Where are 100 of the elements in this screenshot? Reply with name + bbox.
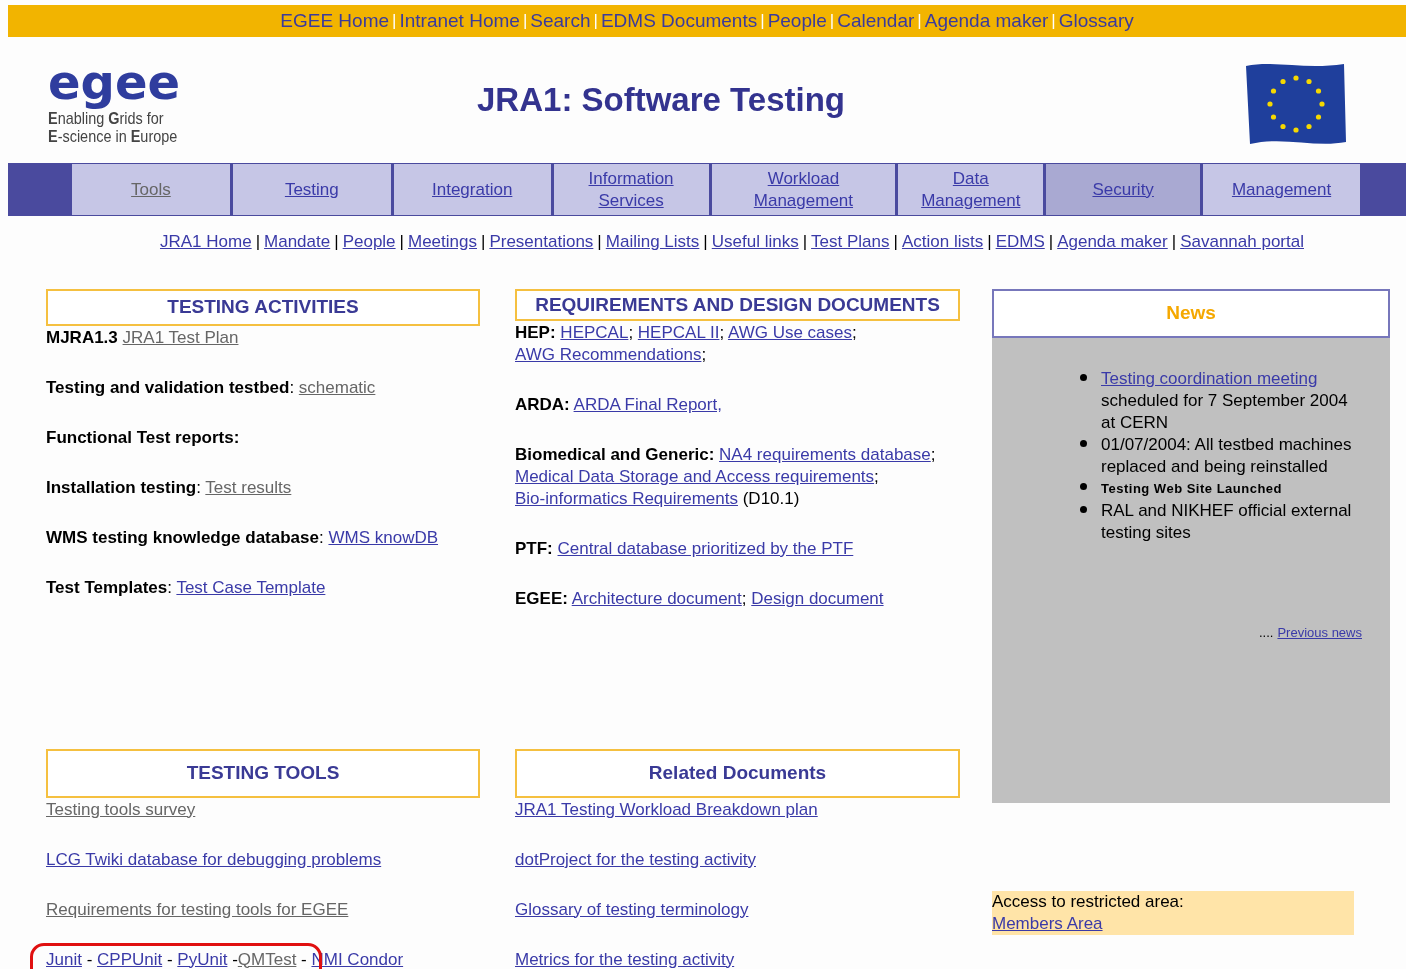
separator: | <box>399 231 404 253</box>
nav-tab[interactable]: Tools <box>72 164 230 215</box>
section-heading: TESTING ACTIVITIES <box>46 288 480 326</box>
separator: | <box>334 231 339 253</box>
link[interactable]: LCG Twiki database for debugging problems <box>46 849 382 869</box>
link[interactable]: JRA1 Test Plan <box>122 327 239 347</box>
ellipsis-text: .... <box>1259 624 1274 642</box>
bullet-icon <box>1080 505 1087 513</box>
nav-tab[interactable]: Management <box>1203 164 1360 215</box>
link[interactable]: HEPCAL <box>560 323 629 342</box>
link[interactable]: Junit <box>46 949 82 969</box>
link[interactable]: Agenda maker <box>1057 229 1168 255</box>
link[interactable]: Useful links <box>711 229 799 255</box>
bullet-icon <box>1080 373 1087 381</box>
page-title: JRA1: Software Testing <box>476 80 846 121</box>
link[interactable]: Search <box>530 6 591 36</box>
separator: | <box>522 10 528 33</box>
paragraph: ARDA: ARDA Final Report, <box>515 394 722 416</box>
nav-tab[interactable]: Security <box>1046 164 1201 215</box>
nav-tab[interactable]: Integration <box>393 164 551 215</box>
logo-tagline: E-science in Europe <box>48 128 179 146</box>
link[interactable]: EDMS Documents <box>600 6 758 36</box>
link[interactable]: CPPUnit <box>97 949 163 969</box>
link[interactable]: Presentations <box>489 229 594 255</box>
bullet-icon <box>1080 439 1087 447</box>
nav-tab[interactable]: Testing <box>232 164 391 215</box>
link[interactable]: Metrics for the testing activity <box>515 949 735 969</box>
paragraph: Functional Test reports: <box>46 426 240 449</box>
separator: | <box>987 231 992 253</box>
notice-text: Access to restricted area: <box>992 890 1185 913</box>
paragraph: HEP: HEPCAL; HEPCAL II; AWG Use cases; AWG Recommendations; <box>515 322 858 366</box>
paragraph: PTF: Central database prioritized by the PTF <box>515 538 854 560</box>
link[interactable]: EGEE Home <box>280 6 390 36</box>
link[interactable]: schematic <box>298 377 376 397</box>
link[interactable]: NA4 requirements database <box>719 445 931 464</box>
link[interactable]: Agenda maker <box>924 6 1049 36</box>
paragraph: Test Templates: Test Case Template <box>46 576 326 599</box>
link[interactable]: QMTest <box>237 949 297 969</box>
link[interactable]: Architecture document <box>571 589 742 608</box>
separator: | <box>593 10 598 33</box>
paragraph: EGEE: Architecture document; Design document <box>515 588 884 610</box>
section-heading: REQUIREMENTS AND DESIGN DOCUMENTS <box>515 288 960 321</box>
link[interactable]: Previous news <box>1277 623 1362 643</box>
link[interactable]: PyUnit <box>177 949 228 969</box>
link[interactable]: Test Case Template <box>176 577 326 597</box>
link[interactable]: Testing coordination meeting <box>1101 368 1318 388</box>
section-heading: News <box>992 288 1390 338</box>
separator: | <box>255 231 261 253</box>
link[interactable]: Medical Data Storage and Access requirements <box>515 467 875 486</box>
link[interactable]: WMS knowDB <box>328 527 439 547</box>
news-item: RAL and NIKHEF official external testing sites <box>1101 499 1353 544</box>
separator: | <box>1051 10 1056 33</box>
link[interactable]: Action lists <box>901 229 984 255</box>
link[interactable]: JRA1 Home <box>160 229 252 255</box>
separator: | <box>1171 231 1177 253</box>
link[interactable]: JRA1 Testing Workload Breakdown plan <box>515 799 818 819</box>
link[interactable]: Glossary <box>1058 6 1134 36</box>
section-heading: TESTING TOOLS <box>46 748 480 798</box>
link[interactable]: Meetings <box>408 229 477 255</box>
link[interactable]: Design document <box>751 589 884 608</box>
section-heading: Related Documents <box>515 748 960 798</box>
link[interactable]: dotProject for the testing activity <box>515 849 756 869</box>
link[interactable]: Mailing Lists <box>605 229 700 255</box>
bullet-icon <box>1080 482 1087 490</box>
link[interactable]: Members Area <box>992 912 1103 935</box>
news-item: Testing coordination meeting scheduled for 7 September 2004 at CERN <box>1101 367 1349 434</box>
separator: | <box>802 231 808 253</box>
link[interactable]: Intranet Home <box>399 6 520 36</box>
paragraph: MJRA1.3 JRA1 Test Plan <box>46 326 239 349</box>
link[interactable]: Testing tools survey <box>46 799 196 819</box>
separator: | <box>829 10 835 33</box>
link[interactable]: Requirements for testing tools for EGEE <box>46 899 349 919</box>
link[interactable]: People <box>767 6 827 36</box>
link[interactable]: Bio-informatics Requirements <box>515 489 738 508</box>
link[interactable]: EDMS <box>995 229 1045 255</box>
link[interactable]: AWG Use cases <box>727 323 852 342</box>
flag-icon <box>1244 62 1348 146</box>
link[interactable]: AWG Recommendations <box>515 345 702 364</box>
news-item: Testing Web Site Launched <box>1101 479 1283 498</box>
link[interactable]: Mandate <box>264 229 331 255</box>
separator: | <box>760 10 765 33</box>
link[interactable]: People <box>342 229 396 255</box>
separator: | <box>392 10 397 33</box>
separator: | <box>481 231 486 253</box>
link[interactable]: Test Plans <box>811 229 890 255</box>
nav-tab[interactable]: Information Services <box>553 164 709 215</box>
link[interactable]: ARDA Final Report, <box>573 395 722 414</box>
nav-tab[interactable]: Data Management <box>898 164 1044 215</box>
news-item: 01/07/2004: All testbed machines replaced and being reinstalled <box>1101 433 1353 478</box>
link[interactable]: Calendar <box>837 6 915 36</box>
link[interactable]: Glossary of testing terminology <box>515 899 749 919</box>
separator: | <box>917 10 922 33</box>
link[interactable]: Test results <box>205 477 292 497</box>
nav-tab[interactable]: Workload Management <box>711 164 896 215</box>
separator: | <box>597 231 602 253</box>
link[interactable]: Central database prioritized by the PTF <box>557 539 854 558</box>
link[interactable]: HEPCAL II <box>637 323 720 342</box>
paragraph: Testing and validation testbed: schematic <box>46 376 376 399</box>
link[interactable]: Savannah portal <box>1180 229 1304 255</box>
paragraph: Biomedical and Generic: NA4 requirements database; Medical Data Storage and Access requirements; Bio-informatics Requirements (D10.1) <box>515 444 937 510</box>
